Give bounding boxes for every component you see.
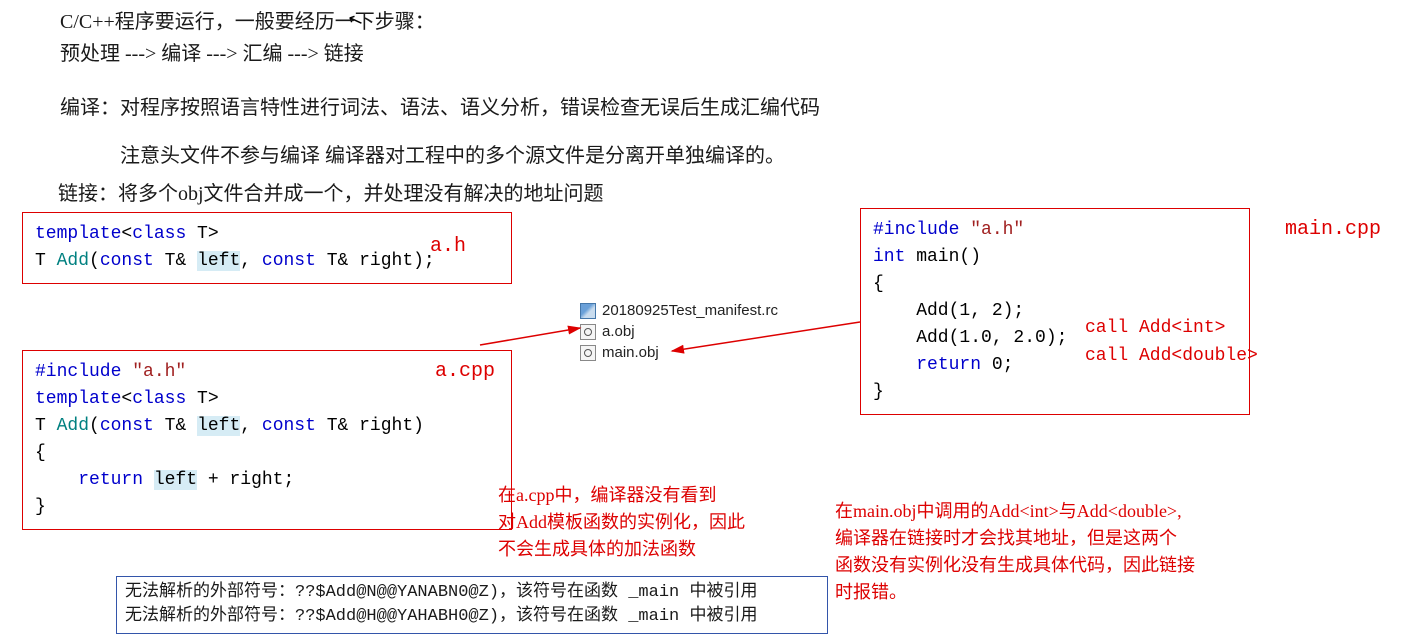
call-add-int: call Add<int> [1085,318,1225,338]
intro-text: C/C++程序要运行，一般要经历一下步骤： 预处理 ---> 编译 ---> 汇… [60,6,435,70]
acpp-line2: template<class T> [35,386,499,413]
code-box-maincpp: #include "a.h" int main() { Add(1, 2); A… [860,208,1250,415]
file-list: 20180925Test_manifest.rc a.obj main.obj [580,302,778,365]
intro-para1: 编译：对程序按照语言特性进行词法、语法、语义分析，错误检查无误后生成汇编代码 [60,92,820,124]
label-acpp: a.cpp [435,360,495,383]
linker-error-1: 无法解析的外部符号：??$Add@N@@YANABN0@Z)，该符号在函数 _m… [125,581,819,605]
linker-error-2: 无法解析的外部符号：??$Add@H@@YAHABH0@Z)，该符号在函数 _m… [125,605,819,629]
note-acpp: 在a.cpp中，编译器没有看到 对Add模板函数的实例化，因此 不会生成具体的加… [498,482,745,563]
call-add-double: call Add<double> [1085,346,1258,366]
main-line3: { [873,271,1237,298]
main-line7: } [873,379,1237,406]
acpp-line6: } [35,494,499,521]
label-maincpp: main.cpp [1285,218,1381,241]
linker-error-box: 无法解析的外部符号：??$Add@N@@YANABN0@Z)，该符号在函数 _m… [116,576,828,634]
intro-line1: C/C++程序要运行，一般要经历一下步骤： [60,6,435,38]
note-mainobj: 在main.obj中调用的Add<int>与Add<double>, 编译器在链… [835,498,1195,606]
rc-file-icon [580,303,596,319]
intro-line2: 预处理 ---> 编译 ---> 汇编 ---> 链接 [60,38,435,70]
file-row-manifest: 20180925Test_manifest.rc [580,302,778,319]
acpp-line1: #include "a.h" [35,359,499,386]
main-line2: int main() [873,244,1237,271]
acpp-line3: T Add(const T& left, const T& right) [35,413,499,440]
label-ah: a.h [430,235,466,258]
acpp-line5: return left + right; [35,467,499,494]
intro-para2: 注意头文件不参与编译 编译器对工程中的多个源文件是分离开单独编译的。 [120,140,785,172]
obj-file-icon [580,345,596,361]
obj-file-icon [580,324,596,340]
file-row-mainobj: main.obj [580,344,778,361]
intro-para3: 链接：将多个obj文件合并成一个，并处理没有解决的地址问题 [58,178,604,210]
main-line1: #include "a.h" [873,217,1237,244]
file-row-aobj: a.obj [580,323,778,340]
acpp-line4: { [35,440,499,467]
